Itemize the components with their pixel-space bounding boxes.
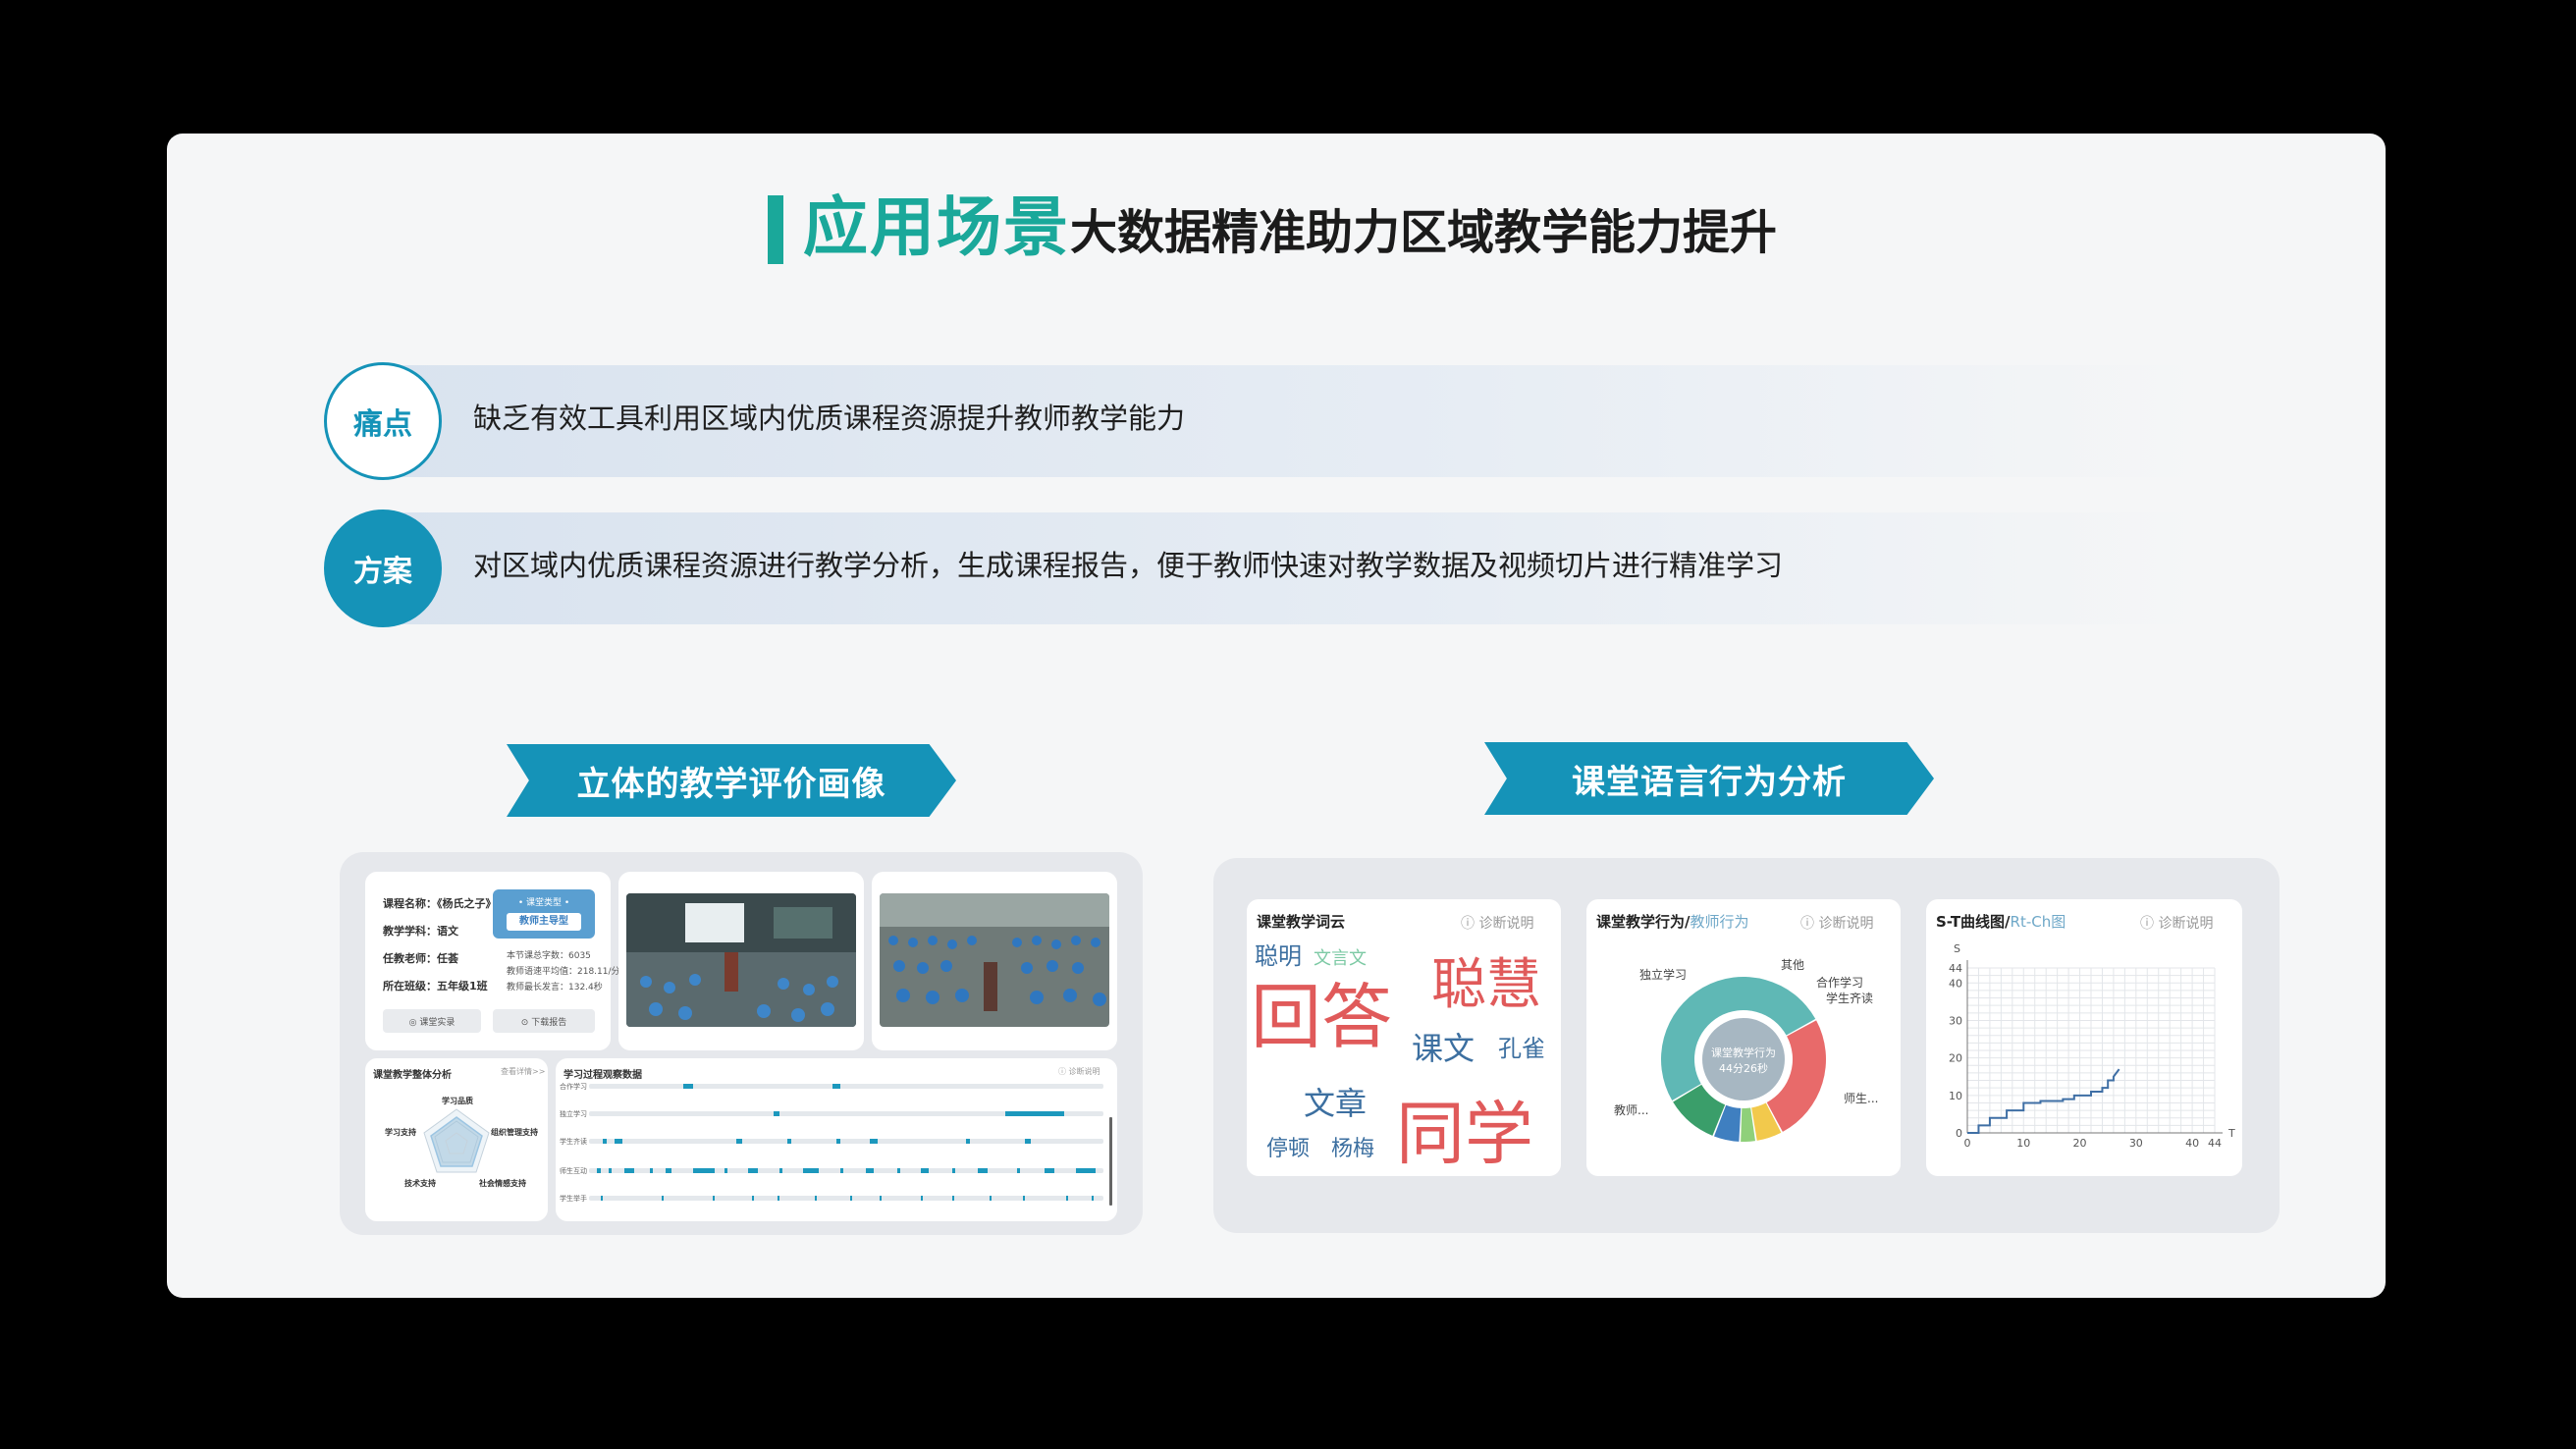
st-chart: 0 10 20 30 40 44 0 10 20 30 40 44 T S (1949, 942, 2235, 1150)
title-accent-bar (768, 195, 783, 264)
classroom-photo-1 (626, 893, 856, 1027)
y-tick-label: 20 (1949, 1052, 1962, 1065)
stat-speech-rate: 教师语速平均值：218.11/分钟 (507, 967, 629, 977)
timeline-card: 学习过程观察数据 ⓘ 诊断说明 合作学习 独立学习 学生齐读 师生互动 学生举手 (556, 1058, 1117, 1221)
pain-point-text: 缺乏有效工具利用区域内优质课程资源提升教师教学能力 (473, 402, 1186, 435)
stat-longest-speech: 教师最长发言：132.4秒 (507, 983, 603, 993)
class-type-value: 教师主导型 (507, 913, 581, 931)
x-tick-label: 10 (2016, 1137, 2030, 1150)
classroom-video-card-1[interactable] (618, 872, 864, 1050)
donut-label: 教师... (1614, 1103, 1649, 1117)
donut-chart (1660, 976, 1826, 1142)
class-type-label: • 课堂类型 • (517, 898, 570, 908)
donut-center-label: 课堂教学行为 (1711, 1046, 1776, 1059)
download-report-button[interactable]: ⊙ 下载报告 (493, 1009, 595, 1033)
wordcloud-title: 课堂教学词云 (1257, 913, 1346, 931)
ribbon-teaching-profile: 立体的教学评价画像 (507, 744, 956, 817)
left-dashboard-panel: 课程名称：《杨氏之子》 教学学科：语文 任教老师：任荟 所在班级：五年级1班 •… (340, 852, 1143, 1235)
course-teacher: 任教老师：任荟 (383, 952, 458, 965)
word-cloud-word: 杨梅 (1331, 1137, 1375, 1161)
stat-word-count: 本节课总字数：6035 (507, 951, 591, 961)
course-subject: 教学学科：语文 (383, 925, 458, 938)
y-axis-label: S (1954, 942, 1960, 955)
right-dashboard-panel: 课堂教学词云 ⓘ 诊断说明 聪明 文言文 回答 聪慧 课文 孔雀 文章 停顿 杨… (1213, 858, 2280, 1233)
classroom-record-button[interactable]: ◎ 课堂实录 (383, 1009, 481, 1033)
donut-label: 独立学习 (1639, 968, 1688, 982)
radar-label-learning: 学习支持 (385, 1128, 416, 1137)
radar-label-quality: 学习品质 (442, 1097, 473, 1105)
donut-label: 学生齐读 (1826, 992, 1874, 1005)
word-cloud-word: 文章 (1304, 1085, 1368, 1122)
page-title: 应用场景 (803, 189, 1070, 265)
donut-label: 合作学习 (1816, 976, 1864, 990)
donut-label: 师生... (1844, 1092, 1879, 1105)
course-info-card: 课程名称：《杨氏之子》 教学学科：语文 任教老师：任荟 所在班级：五年级1班 •… (365, 872, 629, 1050)
word-cloud-word: 聪慧 (1431, 953, 1541, 1017)
y-tick-label: 44 (1949, 962, 1962, 975)
donut-center-value: 44分26秒 (1719, 1062, 1768, 1075)
radar-card: 课堂教学整体分析 查看详情>> 学习品质 组织管理支持 社会情感支持 技术支持 … (365, 1058, 548, 1221)
behavior-donut-card: 课堂教学行为/教师行为 ⓘ 诊断说明 课堂教学行为 44分26秒 独立学习 其他… (1586, 899, 1901, 1176)
solution-badge: 方案 (324, 510, 442, 627)
x-tick-label: 20 (2073, 1137, 2087, 1150)
class-type-box: • 课堂类型 • 教师主导型 (493, 889, 595, 939)
x-tick-label: 0 (1964, 1137, 1971, 1150)
donut-label: 其他 (1781, 958, 1805, 972)
radar-label-social: 社会情感支持 (479, 1179, 526, 1188)
page-subtitle: 大数据精准助力区域教学能力提升 (1070, 205, 1778, 260)
word-cloud-word: 回答 (1251, 976, 1393, 1058)
solution-text: 对区域内优质课程资源进行教学分析，生成课程报告，便于教师快速对教学数据及视频切片… (473, 549, 1784, 582)
y-tick-label: 10 (1949, 1090, 1962, 1102)
y-tick-label: 40 (1949, 977, 1962, 990)
st-chart-card: S-T曲线图/Rt-Ch图 ⓘ 诊断说明 0 10 20 30 40 44 0 10 20 30 4… (1926, 899, 2242, 1176)
pain-point-badge: 痛点 (324, 362, 442, 480)
y-tick-label: 30 (1949, 1014, 1962, 1027)
word-cloud-word: 文言文 (1314, 948, 1367, 969)
y-tick-label: 0 (1956, 1127, 1962, 1140)
course-grade: 所在班级：五年级1班 (383, 980, 488, 993)
classroom-photo-2 (880, 893, 1109, 1027)
x-tick-label: 30 (2129, 1137, 2143, 1150)
word-cloud-word: 聪明 (1255, 942, 1302, 970)
radar-label-management: 组织管理支持 (491, 1128, 538, 1137)
x-axis-label: T (2227, 1127, 2235, 1140)
x-tick-label: 40 (2185, 1137, 2199, 1150)
ribbon-language-analysis: 课堂语言行为分析 (1484, 742, 1934, 815)
course-name: 课程名称：《杨氏之子》 (383, 897, 497, 910)
word-cloud-word: 孔雀 (1498, 1035, 1545, 1062)
radar-label-tech: 技术支持 (404, 1179, 436, 1188)
word-cloud-word: 课文 (1412, 1030, 1476, 1067)
x-tick-label: 44 (2208, 1137, 2222, 1150)
slide: 应用场景 大数据精准助力区域教学能力提升 痛点 缺乏有效工具利用区域内优质课程资… (167, 134, 2386, 1298)
wordcloud-hint[interactable]: ⓘ 诊断说明 (1461, 913, 1533, 933)
classroom-video-card-2[interactable] (872, 872, 1117, 1050)
timeline-chart (589, 1084, 1112, 1206)
radar-chart (423, 1108, 490, 1173)
word-cloud-word: 同学 (1396, 1094, 1533, 1174)
wordcloud-card: 课堂教学词云 ⓘ 诊断说明 聪明 文言文 回答 聪慧 课文 孔雀 文章 停顿 杨… (1247, 899, 1561, 1176)
word-cloud-word: 停顿 (1266, 1137, 1311, 1161)
